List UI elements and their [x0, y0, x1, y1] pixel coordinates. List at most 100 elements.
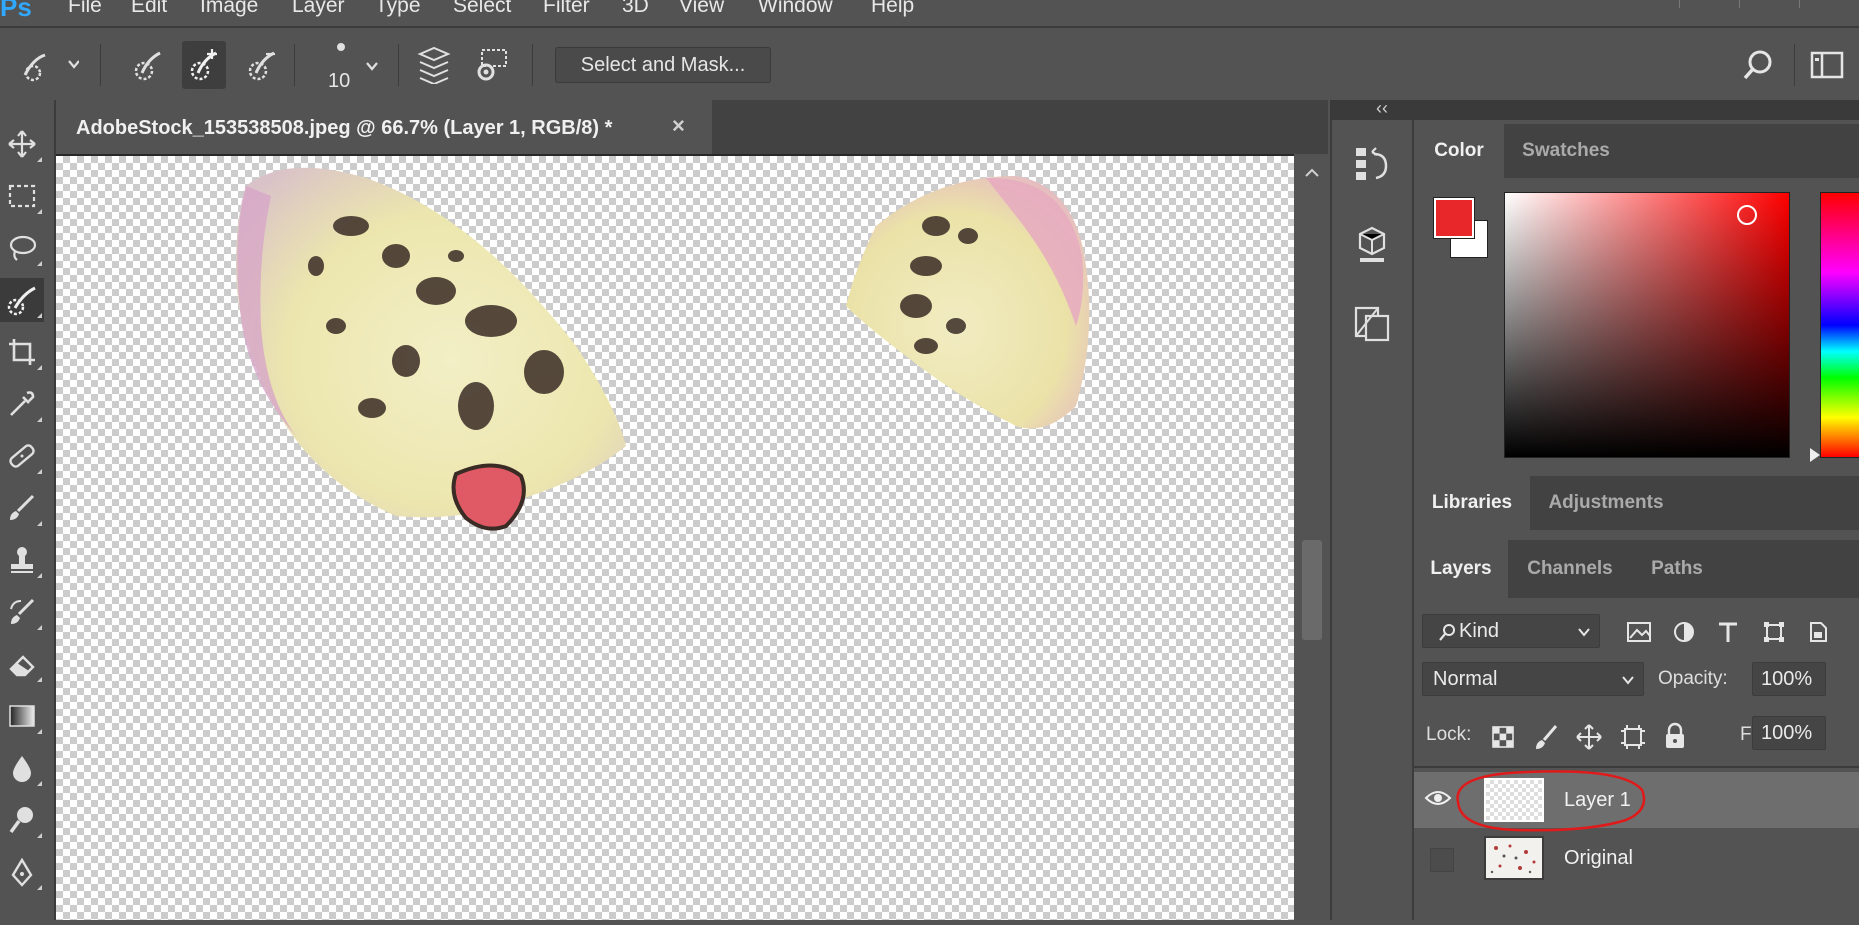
menu-help[interactable]: Help	[871, 0, 914, 18]
chevron-down-icon	[1622, 676, 1634, 685]
separator	[1794, 44, 1795, 86]
app-logo[interactable]: Ps	[0, 0, 32, 23]
search-icon	[1439, 624, 1455, 641]
menu-edit[interactable]: Edit	[131, 0, 167, 18]
bandage-icon	[9, 444, 35, 468]
hue-slider-handle[interactable]	[1810, 448, 1820, 462]
gradient-tool[interactable]	[0, 694, 44, 738]
color-panel-tabs: Color Swatches	[1414, 124, 1859, 178]
select-and-mask-button[interactable]: Select and Mask...	[555, 47, 771, 83]
history-brush-tool[interactable]	[0, 590, 44, 634]
menu-bar: Ps File Edit Image Layer Type Select Fil…	[0, 0, 1859, 26]
lock-all-icon[interactable]	[1664, 722, 1686, 750]
visibility-toggle[interactable]	[1430, 848, 1454, 872]
history-panel-button[interactable]	[1348, 140, 1396, 188]
layer-filter-kind[interactable]: Kind	[1422, 614, 1600, 648]
marquee-tool[interactable]	[0, 174, 44, 218]
dodge-tool[interactable]	[0, 798, 44, 842]
search-button[interactable]	[1736, 41, 1780, 89]
filter-shape-icon[interactable]	[1762, 620, 1786, 644]
thumbnail-content	[1490, 844, 1536, 874]
drop-icon	[13, 756, 31, 782]
3d-panel-button[interactable]	[1348, 220, 1396, 268]
chevron-down-icon	[1578, 628, 1590, 637]
lasso-tool[interactable]	[0, 226, 44, 270]
opacity-label: Opacity:	[1658, 668, 1728, 689]
dodge-icon	[9, 807, 33, 834]
document-canvas[interactable]	[56, 156, 1294, 920]
gradient-icon	[9, 705, 35, 727]
menu-layer[interactable]: Layer	[292, 0, 345, 18]
layer-row[interactable]: Layer 1	[1414, 770, 1859, 832]
lock-artboard-icon[interactable]	[1620, 724, 1646, 750]
separator	[294, 44, 295, 86]
filter-type-icon[interactable]	[1716, 620, 1740, 644]
brush-tool[interactable]	[0, 486, 44, 530]
menu-filter[interactable]: Filter	[543, 0, 590, 18]
move-tool[interactable]	[0, 122, 44, 166]
tool-preset-picker[interactable]	[14, 41, 84, 89]
collapse-panels-icon[interactable]: ‹‹	[1376, 98, 1388, 119]
menu-3d[interactable]: 3D	[622, 0, 649, 18]
fill-field[interactable]: 100%	[1752, 716, 1826, 750]
separator	[398, 44, 399, 86]
pen-tool[interactable]	[0, 850, 44, 894]
clone-stamp-tool[interactable]	[0, 538, 44, 582]
lock-position-icon[interactable]	[1576, 724, 1602, 750]
layer-name[interactable]: Original	[1564, 847, 1633, 870]
sample-all-layers-button[interactable]	[412, 41, 456, 89]
scrollbar-thumb[interactable]	[1302, 540, 1322, 640]
menu-window[interactable]: Window	[758, 0, 833, 18]
subtract-from-selection-button[interactable]	[240, 41, 284, 89]
window-controls[interactable]	[1679, 0, 1859, 8]
quick-selection-tool[interactable]	[0, 278, 44, 322]
new-selection-button[interactable]	[126, 41, 170, 89]
tab-paths[interactable]: Paths	[1632, 540, 1722, 598]
hue-slider[interactable]	[1820, 192, 1859, 458]
color-picker-cursor[interactable]	[1737, 205, 1757, 225]
enhance-edge-button[interactable]	[470, 41, 514, 89]
filter-smart-object-icon[interactable]	[1806, 620, 1830, 644]
eyedropper-tool[interactable]	[0, 382, 44, 426]
filter-adjustment-icon[interactable]	[1672, 620, 1696, 644]
menu-type[interactable]: Type	[375, 0, 421, 18]
tab-libraries[interactable]: Libraries	[1414, 476, 1530, 530]
opacity-field[interactable]: 100%	[1752, 662, 1826, 696]
layer-row[interactable]: Original	[1414, 830, 1859, 886]
filter-pixel-icon[interactable]	[1626, 620, 1654, 644]
document-tab[interactable]: AdobeStock_153538508.jpeg @ 66.7% (Layer…	[56, 100, 712, 154]
blur-tool[interactable]	[0, 746, 44, 790]
add-to-selection-icon	[190, 49, 217, 81]
brush-size-picker[interactable]	[316, 41, 386, 89]
lock-image-pixels-icon[interactable]	[1534, 724, 1558, 750]
lock-label: Lock:	[1426, 724, 1472, 745]
menu-image[interactable]: Image	[200, 0, 258, 18]
scroll-up-icon[interactable]	[1296, 164, 1328, 184]
tab-channels[interactable]: Channels	[1510, 540, 1630, 598]
eraser-tool[interactable]	[0, 642, 44, 686]
annotation-circle	[1456, 770, 1646, 832]
tab-swatches[interactable]: Swatches	[1506, 124, 1626, 178]
menu-select[interactable]: Select	[453, 0, 511, 18]
document-title: AdobeStock_153538508.jpeg @ 66.7% (Layer…	[76, 117, 613, 139]
crop-tool[interactable]	[0, 330, 44, 374]
color-picker-field[interactable]	[1504, 192, 1790, 458]
layer-content	[236, 167, 1090, 531]
add-to-selection-button[interactable]	[182, 41, 226, 89]
foreground-color-swatch[interactable]	[1433, 197, 1475, 239]
panel-collapse-bar[interactable]: ‹‹	[1330, 98, 1859, 120]
tab-layers[interactable]: Layers	[1414, 540, 1508, 598]
close-document-icon[interactable]: ×	[672, 113, 685, 139]
tab-adjustments[interactable]: Adjustments	[1532, 476, 1680, 530]
properties-panel-button[interactable]	[1348, 300, 1396, 348]
gear-selection-icon	[477, 49, 507, 81]
vertical-scrollbar[interactable]	[1296, 156, 1328, 920]
blend-mode-select[interactable]: Normal	[1422, 662, 1644, 696]
right-panels: Color Swatches Libraries Adjustments Lay…	[1412, 120, 1859, 920]
tab-color[interactable]: Color	[1414, 124, 1504, 178]
menu-view[interactable]: View	[679, 0, 724, 18]
workspace-button[interactable]	[1806, 41, 1850, 89]
menu-file[interactable]: File	[68, 0, 102, 18]
healing-brush-tool[interactable]	[0, 434, 44, 478]
lock-transparent-pixels-icon[interactable]	[1492, 726, 1514, 748]
